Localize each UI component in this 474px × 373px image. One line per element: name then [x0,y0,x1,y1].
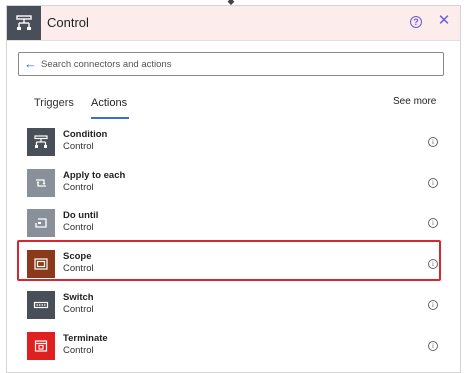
apply-to-each-icon [27,169,55,197]
do-until-icon [27,209,55,237]
action-picker-panel: Control ? ✕ ← Triggers Actions See more [6,5,461,373]
condition-icon [27,128,55,156]
info-icon[interactable]: i [428,218,438,228]
tab-actions[interactable]: Actions [91,97,127,109]
list-item-do-until[interactable]: Do until Control i [24,206,444,244]
item-connector: Control [63,345,94,356]
tab-triggers[interactable]: Triggers [34,97,74,109]
search-box[interactable]: ← [18,52,444,76]
list-item-terminate[interactable]: Terminate Control i [24,329,444,367]
list-item-apply-to-each[interactable]: Apply to each Control i [24,166,444,204]
search-input[interactable] [41,55,437,73]
item-name: Condition [63,129,108,140]
item-connector: Control [63,304,94,315]
info-icon[interactable]: i [428,137,438,147]
selection-highlight [17,240,441,281]
panel-header: Control ? ✕ [7,6,460,41]
see-more-link[interactable]: See more [393,96,436,107]
list-item-switch[interactable]: Switch Control i [24,288,444,326]
item-name: Terminate [63,333,108,344]
tab-actions-underline [91,117,129,119]
item-name: Do until [63,210,99,221]
close-icon[interactable]: ✕ [437,13,451,28]
back-arrow-icon[interactable]: ← [24,56,37,72]
help-icon[interactable]: ? [410,16,422,28]
list-item-condition[interactable]: Condition Control i [24,125,444,163]
terminate-icon [27,332,55,360]
item-connector: Control [63,222,94,233]
item-name: Switch [63,292,94,303]
switch-icon [27,291,55,319]
item-connector: Control [63,182,94,193]
panel-title: Control [47,15,89,30]
info-icon[interactable]: i [428,300,438,310]
info-icon[interactable]: i [428,341,438,351]
item-name: Apply to each [63,170,126,181]
control-icon [7,6,41,40]
info-icon[interactable]: i [428,178,438,188]
item-connector: Control [63,141,94,152]
